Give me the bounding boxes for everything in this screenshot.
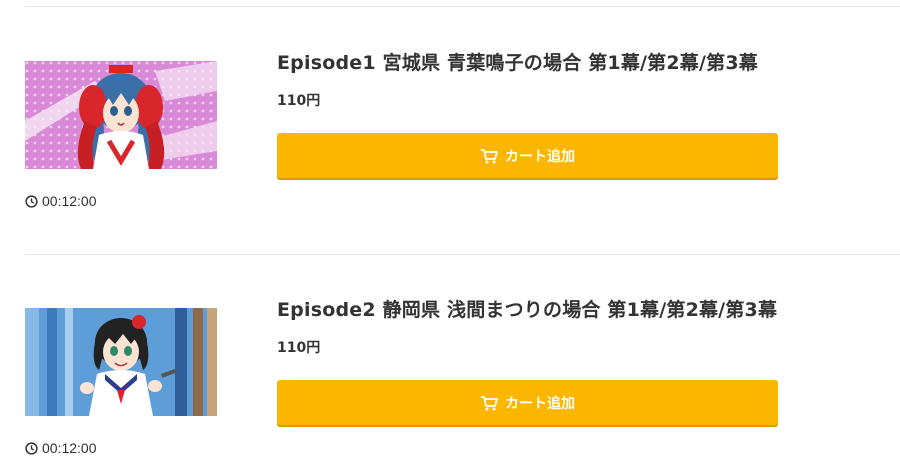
episode-item-2: 00:12:00 Episode2 静岡県 浅間まつりの場合 第1幕/第2幕/第… <box>0 0 900 456</box>
add-to-cart-button[interactable]: カート追加 <box>277 380 778 425</box>
thumbnail-image <box>25 308 217 416</box>
cart-icon <box>481 395 498 410</box>
cart-button-label: カート追加 <box>505 395 575 412</box>
clock-icon <box>25 441 38 455</box>
episode-title[interactable]: Episode2 静岡県 浅間まつりの場合 第1幕/第2幕/第3幕 <box>277 295 777 322</box>
episode-duration: 00:12:00 <box>25 440 97 456</box>
episode-price: 110円 <box>277 340 321 356</box>
episode-thumbnail[interactable] <box>25 308 217 416</box>
duration-text: 00:12:00 <box>42 440 97 456</box>
episode-list-page: 00:12:00 Episode1 宮城県 青葉鳴子の場合 第1幕/第2幕/第3… <box>0 0 900 466</box>
divider <box>25 254 900 255</box>
